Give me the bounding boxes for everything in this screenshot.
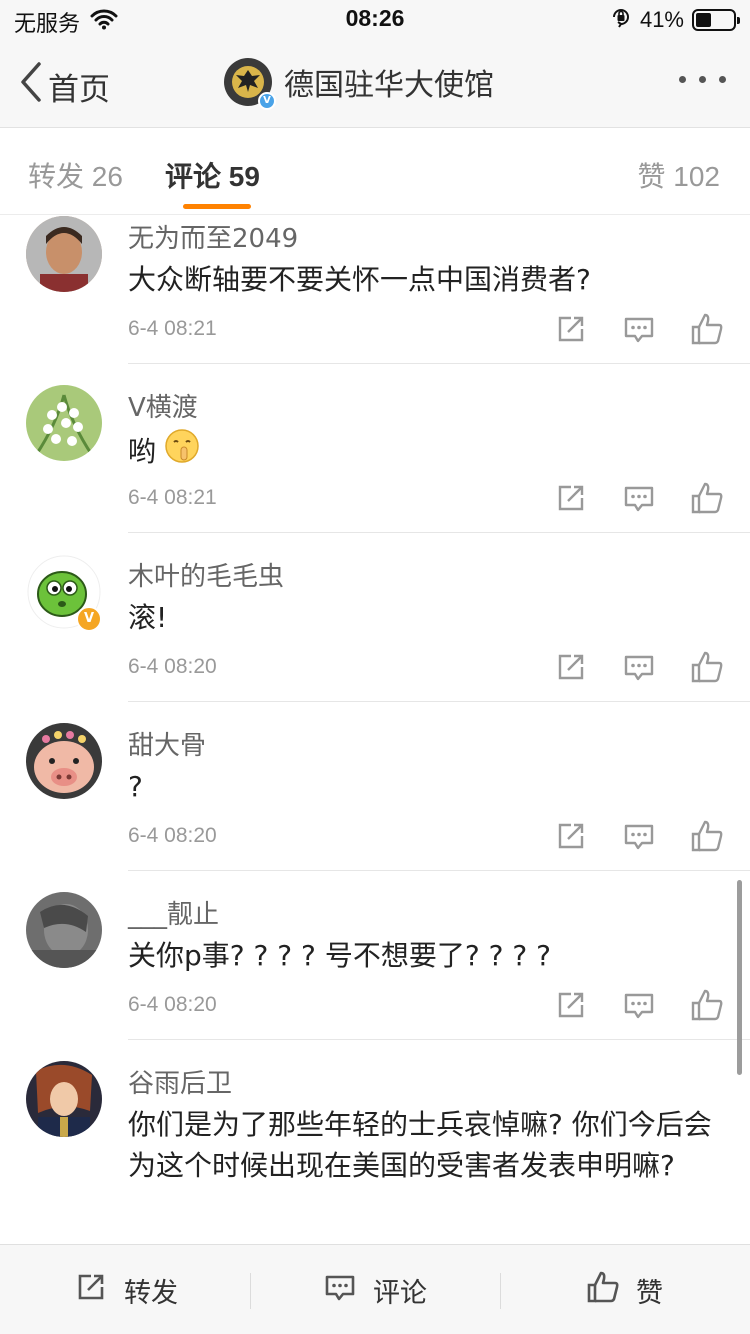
more-dot-icon [719, 76, 726, 83]
tab-comment[interactable]: 评论 59 [165, 155, 260, 195]
comment-time: 6-4 08:20 [128, 824, 217, 847]
page-title: 德国驻华大使馆 [284, 68, 494, 103]
comment-author[interactable]: ___靓止 [128, 894, 219, 931]
comment-time: 6-4 08:20 [128, 993, 217, 1016]
account-avatar[interactable]: V [224, 58, 276, 110]
like-icon[interactable] [690, 312, 724, 346]
comment-button[interactable]: 评论 [323, 1245, 427, 1334]
avatar[interactable] [26, 385, 102, 461]
orientation-lock-icon [610, 6, 632, 34]
battery-icon [692, 9, 740, 31]
comment-time: 6-4 08:21 [128, 486, 217, 509]
like-button[interactable]: 赞 [586, 1245, 663, 1334]
comment-text: ? [128, 770, 143, 803]
comment-author[interactable]: V横渡 [128, 387, 198, 424]
divider [128, 363, 750, 364]
avatar[interactable] [26, 1061, 102, 1137]
divider [128, 701, 750, 702]
verified-badge-icon: V [76, 606, 102, 632]
more-dot-icon [679, 76, 686, 83]
comment-author[interactable]: 谷雨后卫 [128, 1063, 232, 1100]
avatar[interactable] [26, 892, 102, 968]
battery-percent: 41% [639, 7, 684, 32]
reply-icon[interactable] [622, 312, 656, 346]
comment-actions [554, 650, 724, 684]
comment-text: 滚! [128, 601, 168, 634]
comment-actions [554, 481, 724, 515]
tab-repost[interactable]: 转发 26 [28, 155, 123, 195]
comment-text: 哟 [128, 435, 157, 468]
share-icon[interactable] [554, 312, 588, 346]
comment-icon [323, 1270, 357, 1311]
comment-author[interactable]: 木叶的毛毛虫 [128, 556, 284, 593]
tab-active-indicator [183, 204, 251, 209]
avatar[interactable] [26, 723, 102, 799]
avatar[interactable] [26, 216, 102, 292]
repost-label: 转发 [124, 1277, 178, 1309]
more-dot-icon [699, 76, 706, 83]
like-icon[interactable] [690, 988, 724, 1022]
comment-text: 你们是为了那些年轻的士兵哀悼嘛? 你们今后会为这个时候出现在美国的受害者发表申明… [128, 1108, 712, 1182]
share-icon[interactable] [554, 988, 588, 1022]
comment-body: 哟 [128, 428, 718, 475]
nav-title-group[interactable]: V 德国驻华大使馆 [224, 58, 494, 110]
comment-text: 关你p事? ? ? ? 号不想要了? ? ? ? [128, 939, 551, 972]
back-label: 首页 [48, 71, 110, 108]
comment-text: 大众断轴要不要关怀一点中国消费者? [128, 263, 591, 296]
more-button[interactable] [679, 76, 726, 83]
like-icon[interactable] [690, 481, 724, 515]
comment-time: 6-4 08:21 [128, 317, 217, 340]
verified-badge-icon: V [258, 92, 276, 110]
tab-like[interactable]: 赞 102 [638, 155, 721, 195]
like-icon[interactable] [690, 650, 724, 684]
battery-level [696, 13, 711, 27]
reply-icon[interactable] [622, 650, 656, 684]
share-icon [74, 1270, 108, 1311]
comment-author[interactable]: 甜大骨 [128, 725, 206, 762]
chevron-left-icon [18, 60, 44, 112]
comment-actions [554, 312, 724, 346]
share-icon[interactable] [554, 650, 588, 684]
status-right: 41% [610, 6, 740, 34]
tab-bar: 转发 26 评论 59 赞 102 [0, 129, 750, 215]
comment-actions [554, 819, 724, 853]
divider [128, 532, 750, 533]
divider [128, 870, 750, 871]
share-icon[interactable] [554, 481, 588, 515]
bottom-toolbar: 转发 评论 赞 [0, 1244, 750, 1334]
reply-icon[interactable] [622, 988, 656, 1022]
comment-label: 评论 [373, 1277, 427, 1309]
toolbar-divider [500, 1273, 501, 1309]
repost-button[interactable]: 转发 [74, 1245, 178, 1334]
toolbar-divider [250, 1273, 251, 1309]
reply-icon[interactable] [622, 819, 656, 853]
status-bar: 无服务 08:26 41% [0, 0, 750, 40]
nav-bar: 首页 V 德国驻华大使馆 [0, 40, 750, 128]
back-button[interactable]: 首页 [18, 60, 110, 112]
like-icon [586, 1270, 620, 1311]
share-icon[interactable] [554, 819, 588, 853]
divider [128, 1039, 750, 1040]
like-icon[interactable] [690, 819, 724, 853]
shush-emoji-icon [164, 428, 200, 475]
comment-actions [554, 988, 724, 1022]
like-label: 赞 [636, 1277, 663, 1309]
reply-icon[interactable] [622, 481, 656, 515]
comment-time: 6-4 08:20 [128, 655, 217, 678]
scrollbar[interactable] [737, 880, 742, 1075]
comment-author[interactable]: 无为而至2049 [128, 218, 298, 255]
